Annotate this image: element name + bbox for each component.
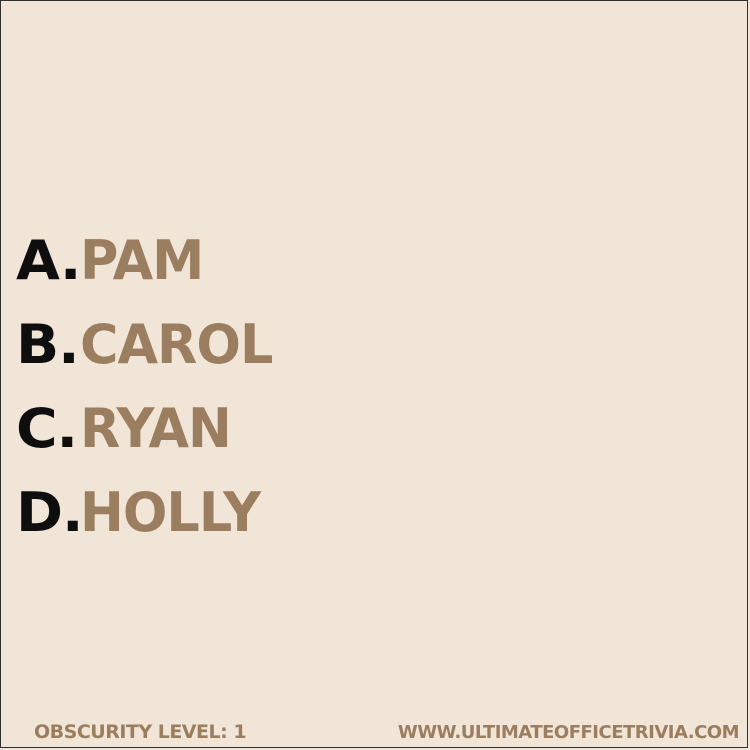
website-link[interactable]: WWW.ULTIMATEOFFICETRIVIA.COM (398, 722, 740, 743)
answer-text: HOLLY (80, 480, 261, 544)
answer-letter: B. (16, 312, 80, 376)
obscurity-level: OBSCURITY LEVEL: 1 (34, 721, 247, 743)
answer-text: PAM (80, 228, 204, 292)
answer-letter: C. (16, 396, 78, 460)
answer-letter: D. (16, 480, 84, 544)
answer-option-d[interactable]: D. HOLLY (16, 470, 278, 554)
answer-text: CAROL (80, 312, 273, 376)
answer-text: RYAN (80, 396, 232, 460)
answer-list: A. PAM B. CAROL C. RYAN D. HOLLY (16, 218, 278, 554)
answer-option-a[interactable]: A. PAM (16, 218, 278, 302)
answer-option-b[interactable]: B. CAROL (16, 302, 278, 386)
answer-letter: A. (16, 228, 81, 292)
answer-option-c[interactable]: C. RYAN (16, 386, 278, 470)
